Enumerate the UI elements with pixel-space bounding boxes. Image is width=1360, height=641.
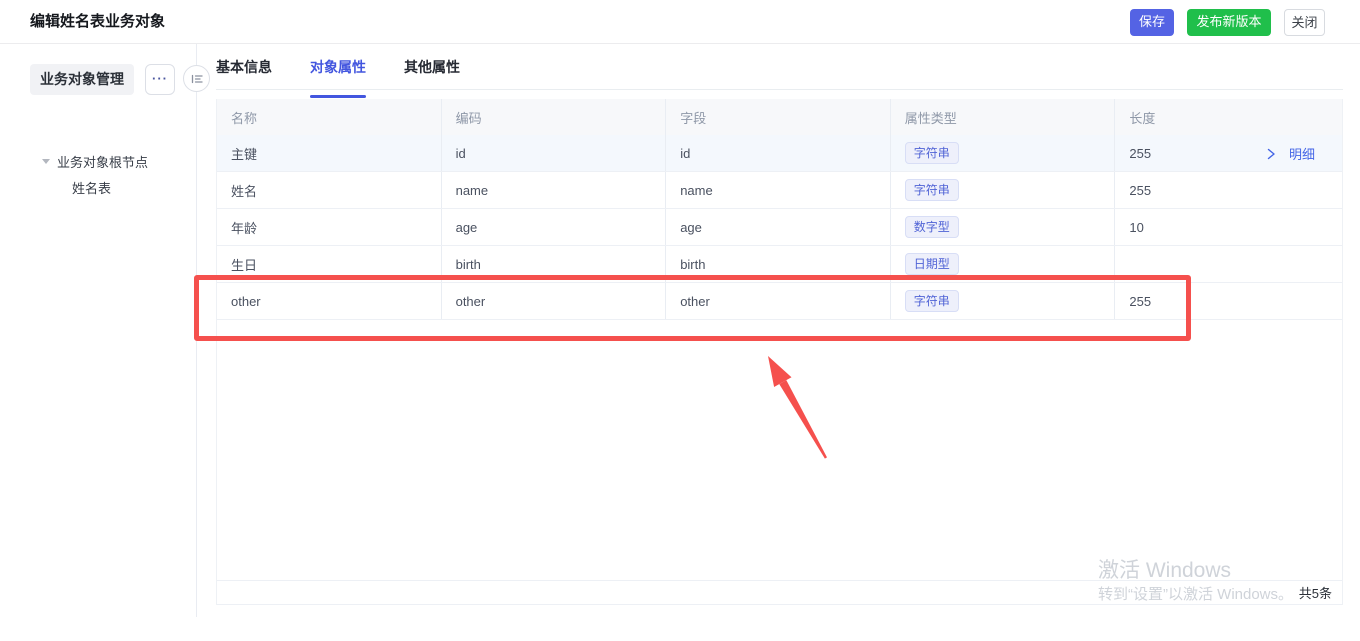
table-row[interactable]: 生日 birth birth 日期型 [217, 246, 1342, 283]
tab-bar: 基本信息 对象属性 其他属性 [216, 55, 460, 98]
column-header-code: 编码 [442, 99, 667, 135]
publish-new-version-button[interactable]: 发布新版本 [1187, 9, 1271, 36]
cell-length: 255 [1129, 182, 1152, 198]
cell-type: 日期型 [891, 246, 1116, 282]
detail-link-label: 明细 [1288, 147, 1315, 162]
cell-length: 10 [1129, 219, 1144, 235]
column-header-field: 字段 [666, 99, 891, 135]
cell-length: 255 [1129, 293, 1152, 309]
cell-type: 字符串 [891, 135, 1116, 171]
type-badge: 字符串 [904, 290, 959, 312]
tree-node-root-label: 业务对象根节点 [57, 154, 149, 170]
column-header-type: 属性类型 [891, 99, 1116, 135]
type-badge: 日期型 [904, 253, 959, 275]
table-empty-area [217, 320, 1342, 580]
collapse-panel-icon [191, 74, 203, 83]
table-row[interactable]: other other other 字符串 255 [217, 283, 1342, 320]
cell-code: name [442, 172, 667, 208]
cell-length [1115, 246, 1342, 282]
table-row[interactable]: 姓名 name name 字符串 255 [217, 172, 1342, 209]
column-header-name: 名称 [217, 99, 442, 135]
table-footer: 共5条 [217, 580, 1342, 605]
chevron-right-icon [1267, 148, 1275, 159]
column-header-length: 长度 [1129, 110, 1156, 126]
cell-field: id [666, 135, 891, 171]
sidebar: 业务对象管理 ··· 业务对象根节点 姓名表 [0, 44, 197, 617]
type-badge: 字符串 [904, 179, 959, 201]
sidebar-panel-title[interactable]: 业务对象管理 [30, 64, 134, 95]
cell-code: other [442, 283, 667, 319]
table-row[interactable]: 年龄 age age 数字型 10 [217, 209, 1342, 246]
cell-type: 字符串 [891, 172, 1116, 208]
cell-name: 姓名 [217, 172, 442, 208]
caret-down-icon[interactable] [42, 158, 50, 164]
table-header-row: 名称 编码 字段 属性类型 长度 [217, 99, 1342, 135]
cell-field: other [666, 283, 891, 319]
cell-name: 主键 [217, 135, 442, 171]
type-badge: 数字型 [904, 216, 959, 238]
cell-code: birth [442, 246, 667, 282]
tab-basic-info[interactable]: 基本信息 [216, 55, 272, 89]
cell-name: other [217, 283, 442, 319]
cell-type: 字符串 [891, 283, 1116, 319]
more-actions-button[interactable]: ··· [145, 64, 175, 95]
cell-name: 年龄 [217, 209, 442, 245]
tree-node-name-table[interactable]: 姓名表 [72, 180, 111, 198]
properties-table: 名称 编码 字段 属性类型 长度 主键 id id 字符串 255 明细 姓名 … [216, 99, 1343, 605]
collapse-sidebar-button[interactable] [183, 65, 210, 92]
cell-field: birth [666, 246, 891, 282]
cell-length: 255 明细 [1115, 135, 1342, 171]
tab-bar-divider [216, 89, 1343, 90]
cell-name: 生日 [217, 246, 442, 282]
save-button[interactable]: 保存 [1130, 9, 1174, 36]
type-badge: 字符串 [904, 142, 959, 164]
top-bar: 编辑姓名表业务对象 保存 发布新版本 关闭 [0, 0, 1360, 44]
tab-other-properties[interactable]: 其他属性 [404, 55, 460, 89]
tab-object-properties[interactable]: 对象属性 [310, 55, 366, 98]
cell-code: age [442, 209, 667, 245]
total-count-label: 共5条 [1298, 586, 1332, 601]
detail-link[interactable]: 明细 [1267, 135, 1315, 171]
app-window: 编辑姓名表业务对象 保存 发布新版本 关闭 业务对象管理 ··· 业务对象根节点… [0, 0, 1360, 641]
table-row[interactable]: 主键 id id 字符串 255 明细 [217, 135, 1342, 172]
cell-type: 数字型 [891, 209, 1116, 245]
cell-field: age [666, 209, 891, 245]
page-title: 编辑姓名表业务对象 [30, 13, 166, 30]
close-button[interactable]: 关闭 [1284, 9, 1325, 36]
cell-field: name [666, 172, 891, 208]
cell-code: id [442, 135, 667, 171]
tree-node-root[interactable]: 业务对象根节点 [42, 152, 148, 170]
